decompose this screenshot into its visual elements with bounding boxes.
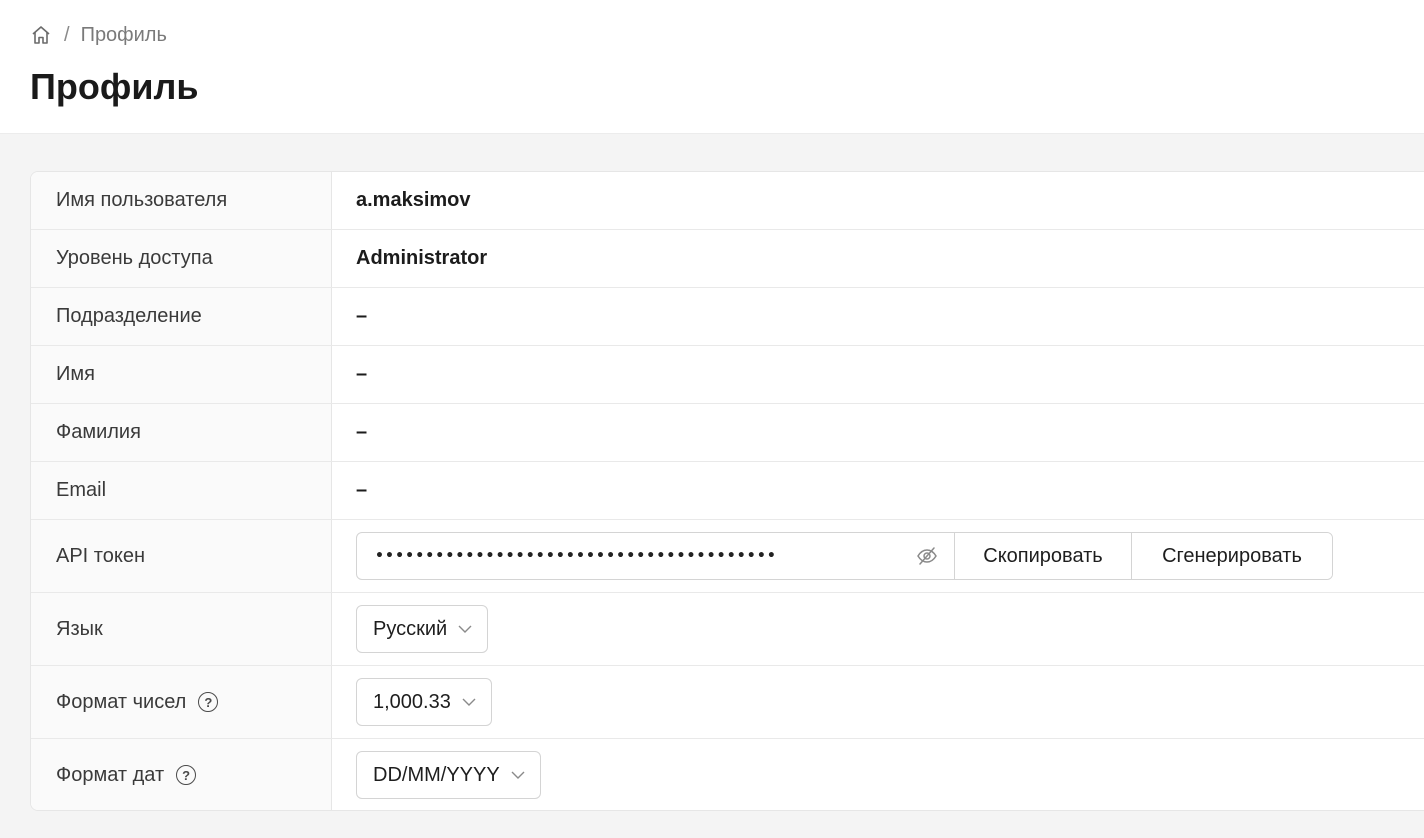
number-format-select[interactable]: 1,000.33 bbox=[356, 678, 492, 726]
profile-row-language: Язык Русский bbox=[31, 593, 1424, 666]
last-name-value: – bbox=[356, 421, 368, 443]
profile-card: Имя пользователя a.maksimov Уровень дост… bbox=[30, 171, 1424, 811]
eye-slash-icon[interactable] bbox=[916, 545, 938, 567]
profile-row-access: Уровень доступа Administrator bbox=[31, 230, 1424, 288]
question-circle-icon[interactable]: ? bbox=[198, 692, 219, 712]
profile-row-number-format: Формат чисел ? 1,000.33 bbox=[31, 666, 1424, 739]
division-label: Подразделение bbox=[31, 288, 332, 345]
api-token-cell: ••••••••••••••••••••••••••••••••••••••••… bbox=[332, 520, 1424, 592]
date-format-cell: DD/MM/YYYY bbox=[332, 739, 1424, 810]
home-icon[interactable] bbox=[30, 24, 52, 46]
profile-row-first-name: Имя – bbox=[31, 346, 1424, 404]
page-title: Профиль bbox=[30, 66, 199, 107]
question-circle-icon[interactable]: ? bbox=[176, 765, 197, 785]
language-label: Язык bbox=[31, 593, 332, 665]
date-format-selected-value: DD/MM/YYYY bbox=[373, 763, 500, 786]
api-token-masked-value: •••••••••••••••••••••••••••••••••••••••• bbox=[375, 548, 777, 564]
email-value: – bbox=[356, 479, 368, 501]
breadcrumb: / Профиль bbox=[30, 22, 167, 48]
profile-row-email: Email – bbox=[31, 462, 1424, 520]
chevron-down-icon bbox=[457, 621, 473, 637]
number-format-label-text: Формат чисел bbox=[56, 690, 187, 713]
breadcrumb-current: Профиль bbox=[80, 23, 167, 46]
language-selected-value: Русский bbox=[373, 617, 448, 640]
first-name-value: – bbox=[356, 363, 368, 385]
username-label: Имя пользователя bbox=[31, 172, 332, 229]
access-level-value: Administrator bbox=[356, 247, 488, 269]
last-name-label: Фамилия bbox=[31, 404, 332, 461]
date-format-select[interactable]: DD/MM/YYYY bbox=[356, 751, 541, 799]
number-format-label: Формат чисел ? bbox=[31, 666, 332, 738]
first-name-label: Имя bbox=[31, 346, 332, 403]
page-header: / Профиль Профиль bbox=[0, 0, 1424, 134]
chevron-down-icon bbox=[461, 694, 477, 710]
generate-token-button[interactable]: Сгенерировать bbox=[1132, 533, 1332, 579]
email-label: Email bbox=[31, 462, 332, 519]
profile-row-username: Имя пользователя a.maksimov bbox=[31, 172, 1424, 230]
profile-row-last-name: Фамилия – bbox=[31, 404, 1424, 462]
language-cell: Русский bbox=[332, 593, 1424, 665]
access-level-label: Уровень доступа bbox=[31, 230, 332, 287]
division-value: – bbox=[356, 305, 368, 327]
date-format-label-text: Формат дат bbox=[56, 763, 165, 786]
profile-row-api-token: API токен ••••••••••••••••••••••••••••••… bbox=[31, 520, 1424, 593]
api-token-label: API токен bbox=[31, 520, 332, 592]
language-select[interactable]: Русский bbox=[356, 605, 489, 653]
profile-row-date-format: Формат дат ? DD/MM/YYYY bbox=[31, 739, 1424, 810]
number-format-selected-value: 1,000.33 bbox=[373, 690, 451, 713]
breadcrumb-separator: / bbox=[64, 23, 70, 46]
profile-row-division: Подразделение – bbox=[31, 288, 1424, 346]
api-token-group: ••••••••••••••••••••••••••••••••••••••••… bbox=[356, 532, 1333, 580]
username-value: a.maksimov bbox=[356, 189, 471, 211]
chevron-down-icon bbox=[510, 767, 526, 783]
copy-token-button[interactable]: Скопировать bbox=[955, 533, 1132, 579]
api-token-input[interactable]: •••••••••••••••••••••••••••••••••••••••• bbox=[357, 533, 955, 579]
number-format-cell: 1,000.33 bbox=[332, 666, 1424, 738]
date-format-label: Формат дат ? bbox=[31, 739, 332, 810]
